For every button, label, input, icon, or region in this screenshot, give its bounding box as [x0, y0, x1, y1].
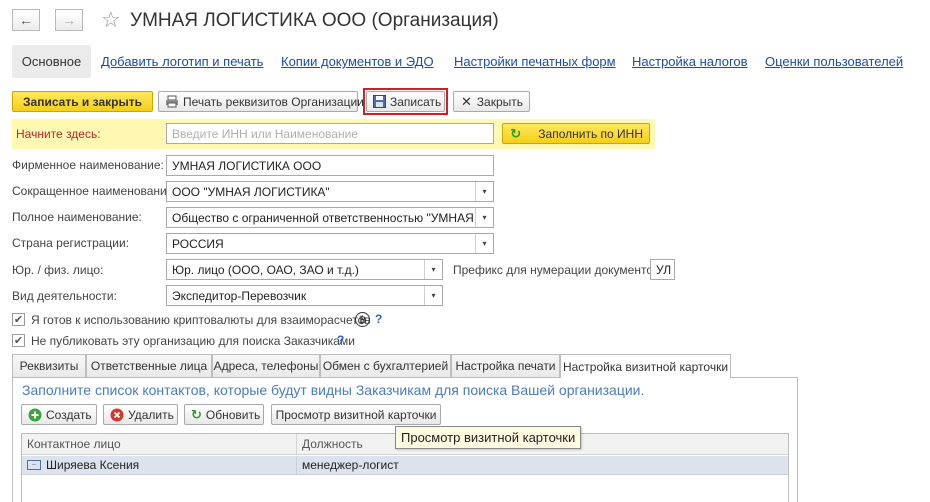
short-name-label: Сокращенное наименование: — [12, 184, 177, 198]
preview-card-tooltip: Просмотр визитной карточки — [395, 426, 582, 449]
forward-button[interactable]: → — [55, 9, 83, 31]
save-and-close-button[interactable]: Записать и закрыть — [12, 91, 153, 112]
column-header-contact[interactable]: Контактное лицо — [22, 434, 297, 455]
chevron-down-icon[interactable]: ▾ — [424, 260, 442, 279]
create-label: Создать — [46, 407, 92, 422]
full-name-value: Общество с ограниченной ответственностью… — [172, 210, 494, 225]
inn-search-input[interactable]: Введите ИНН или Наименование — [166, 123, 494, 144]
activity-select[interactable]: Экспедитор-Перевозчик ▾ — [166, 285, 443, 306]
crypto-label: Я готов к использованию криптовалюты для… — [31, 313, 371, 327]
tab-responsible-persons[interactable]: Ответственные лица — [86, 354, 212, 377]
delete-circle-icon — [110, 408, 124, 422]
section-user-ratings[interactable]: Оценки пользователей — [765, 54, 903, 69]
refresh-icon: ↻ — [510, 125, 522, 141]
create-button[interactable]: Создать — [21, 404, 97, 425]
doc-prefix-input[interactable]: УЛ — [650, 259, 675, 280]
favorite-star-icon[interactable]: ☆ — [101, 7, 121, 33]
full-name-label: Полное наименование: — [12, 210, 142, 224]
tab-print-settings[interactable]: Настройка печати — [451, 354, 560, 377]
preview-card-label: Просмотр визитной карточки — [275, 407, 437, 422]
close-label: Закрыть — [476, 94, 523, 109]
entity-type-label: Юр. / физ. лицо: — [12, 263, 104, 277]
country-value: РОССИЯ — [172, 236, 224, 251]
close-button[interactable]: ✕ Закрыть — [453, 91, 530, 112]
doc-prefix-label: Префикс для нумерации документов : — [453, 263, 667, 277]
crypto-checkbox[interactable]: ✔ — [12, 313, 25, 326]
country-label: Страна регистрации: — [12, 236, 130, 250]
chevron-down-icon[interactable]: ▾ — [475, 234, 493, 253]
refresh-button[interactable]: ↻ Обновить — [184, 404, 264, 425]
firm-name-value: УМНАЯ ЛОГИСТИКА ООО — [172, 158, 322, 173]
contacts-hint: Заполните список контактов, которые буду… — [22, 382, 645, 398]
back-button[interactable]: ← — [12, 9, 40, 31]
position-cell: менеджер-логист — [302, 458, 399, 472]
chevron-down-icon[interactable]: ▾ — [424, 286, 442, 305]
fill-by-inn-button[interactable]: ↻ Заполнить по ИНН — [502, 123, 650, 144]
contact-name: Ширяева Ксения — [46, 458, 140, 472]
short-name-value: ООО "УМНАЯ ЛОГИСТИКА" — [172, 184, 330, 199]
fill-by-inn-label: Заполнить по ИНН — [538, 126, 643, 141]
section-doc-copies-edo[interactable]: Копии документов и ЭДО — [281, 54, 434, 69]
delete-button[interactable]: Удалить — [103, 404, 178, 425]
plus-circle-icon — [28, 408, 42, 422]
print-details-button[interactable]: Печать реквизитов Организации — [158, 91, 364, 112]
activity-label: Вид деятельности: — [12, 289, 117, 303]
entity-type-select[interactable]: Юр. лицо (ООО, ОАО, ЗАО и т.д.) ▾ — [166, 259, 443, 280]
activity-value: Экспедитор-Перевозчик — [172, 288, 307, 303]
contact-cell: ~ Ширяева Ксения — [22, 456, 297, 474]
section-logo-stamp[interactable]: Добавить логотип и печать — [101, 54, 263, 69]
window-title: УМНАЯ ЛОГИСТИКА ООО (Организация) — [130, 10, 499, 31]
section-print-settings[interactable]: Настройки печатных форм — [454, 54, 616, 69]
full-name-select[interactable]: Общество с ограниченной ответственностью… — [166, 207, 494, 228]
checkmark-icon: ✔ — [13, 335, 24, 347]
row-item-icon: ~ — [27, 460, 41, 470]
tab-addresses-phones[interactable]: Адреса, телефоны — [212, 354, 320, 377]
floppy-disk-icon — [373, 95, 386, 109]
chevron-down-icon[interactable]: ▾ — [475, 208, 493, 227]
chevron-down-icon[interactable]: ▾ — [475, 182, 493, 201]
inn-search-placeholder: Введите ИНН или Наименование — [172, 126, 358, 141]
no-publish-checkbox[interactable]: ✔ — [12, 334, 25, 347]
tab-requisites[interactable]: Реквизиты — [12, 354, 86, 377]
section-tax-settings[interactable]: Настройка налогов — [632, 54, 748, 69]
section-main[interactable]: Основное — [12, 45, 91, 78]
delete-label: Удалить — [128, 407, 174, 422]
table-row[interactable]: ~ Ширяева Ксения менеджер-логист — [22, 456, 788, 475]
bitcoin-icon: ₿ — [355, 312, 370, 327]
refresh-icon: ↻ — [191, 406, 202, 422]
save-button[interactable]: Записать — [366, 91, 445, 112]
tab-accounting-exchange[interactable]: Обмен с бухгалтерией — [320, 354, 451, 377]
arrow-left-icon: ← — [19, 12, 33, 28]
crypto-help-icon[interactable]: ? — [375, 312, 382, 326]
printer-icon — [165, 95, 179, 109]
no-publish-label: Не публиковать эту организацию для поиск… — [31, 334, 355, 348]
save-and-close-label: Записать и закрыть — [23, 94, 142, 109]
save-label: Записать — [390, 94, 442, 109]
country-select[interactable]: РОССИЯ ▾ — [166, 233, 494, 254]
tab-business-card[interactable]: Настройка визитной карточки — [560, 354, 731, 378]
arrow-right-icon: → — [62, 12, 76, 28]
print-details-label: Печать реквизитов Организации — [183, 94, 364, 109]
short-name-select[interactable]: ООО "УМНАЯ ЛОГИСТИКА" ▾ — [166, 181, 494, 202]
preview-card-button[interactable]: Просмотр визитной карточки — [271, 404, 441, 425]
checkmark-icon: ✔ — [13, 314, 24, 326]
firm-name-label: Фирменное наименование: — [12, 158, 164, 172]
start-here-label: Начните здесь: — [16, 127, 101, 141]
no-publish-help-icon[interactable]: ? — [337, 333, 344, 347]
close-icon: ✕ — [460, 93, 472, 109]
doc-prefix-value: УЛ — [656, 262, 672, 277]
firm-name-input[interactable]: УМНАЯ ЛОГИСТИКА ООО — [166, 155, 494, 176]
entity-type-value: Юр. лицо (ООО, ОАО, ЗАО и т.д.) — [172, 262, 359, 277]
refresh-label: Обновить — [205, 407, 261, 422]
